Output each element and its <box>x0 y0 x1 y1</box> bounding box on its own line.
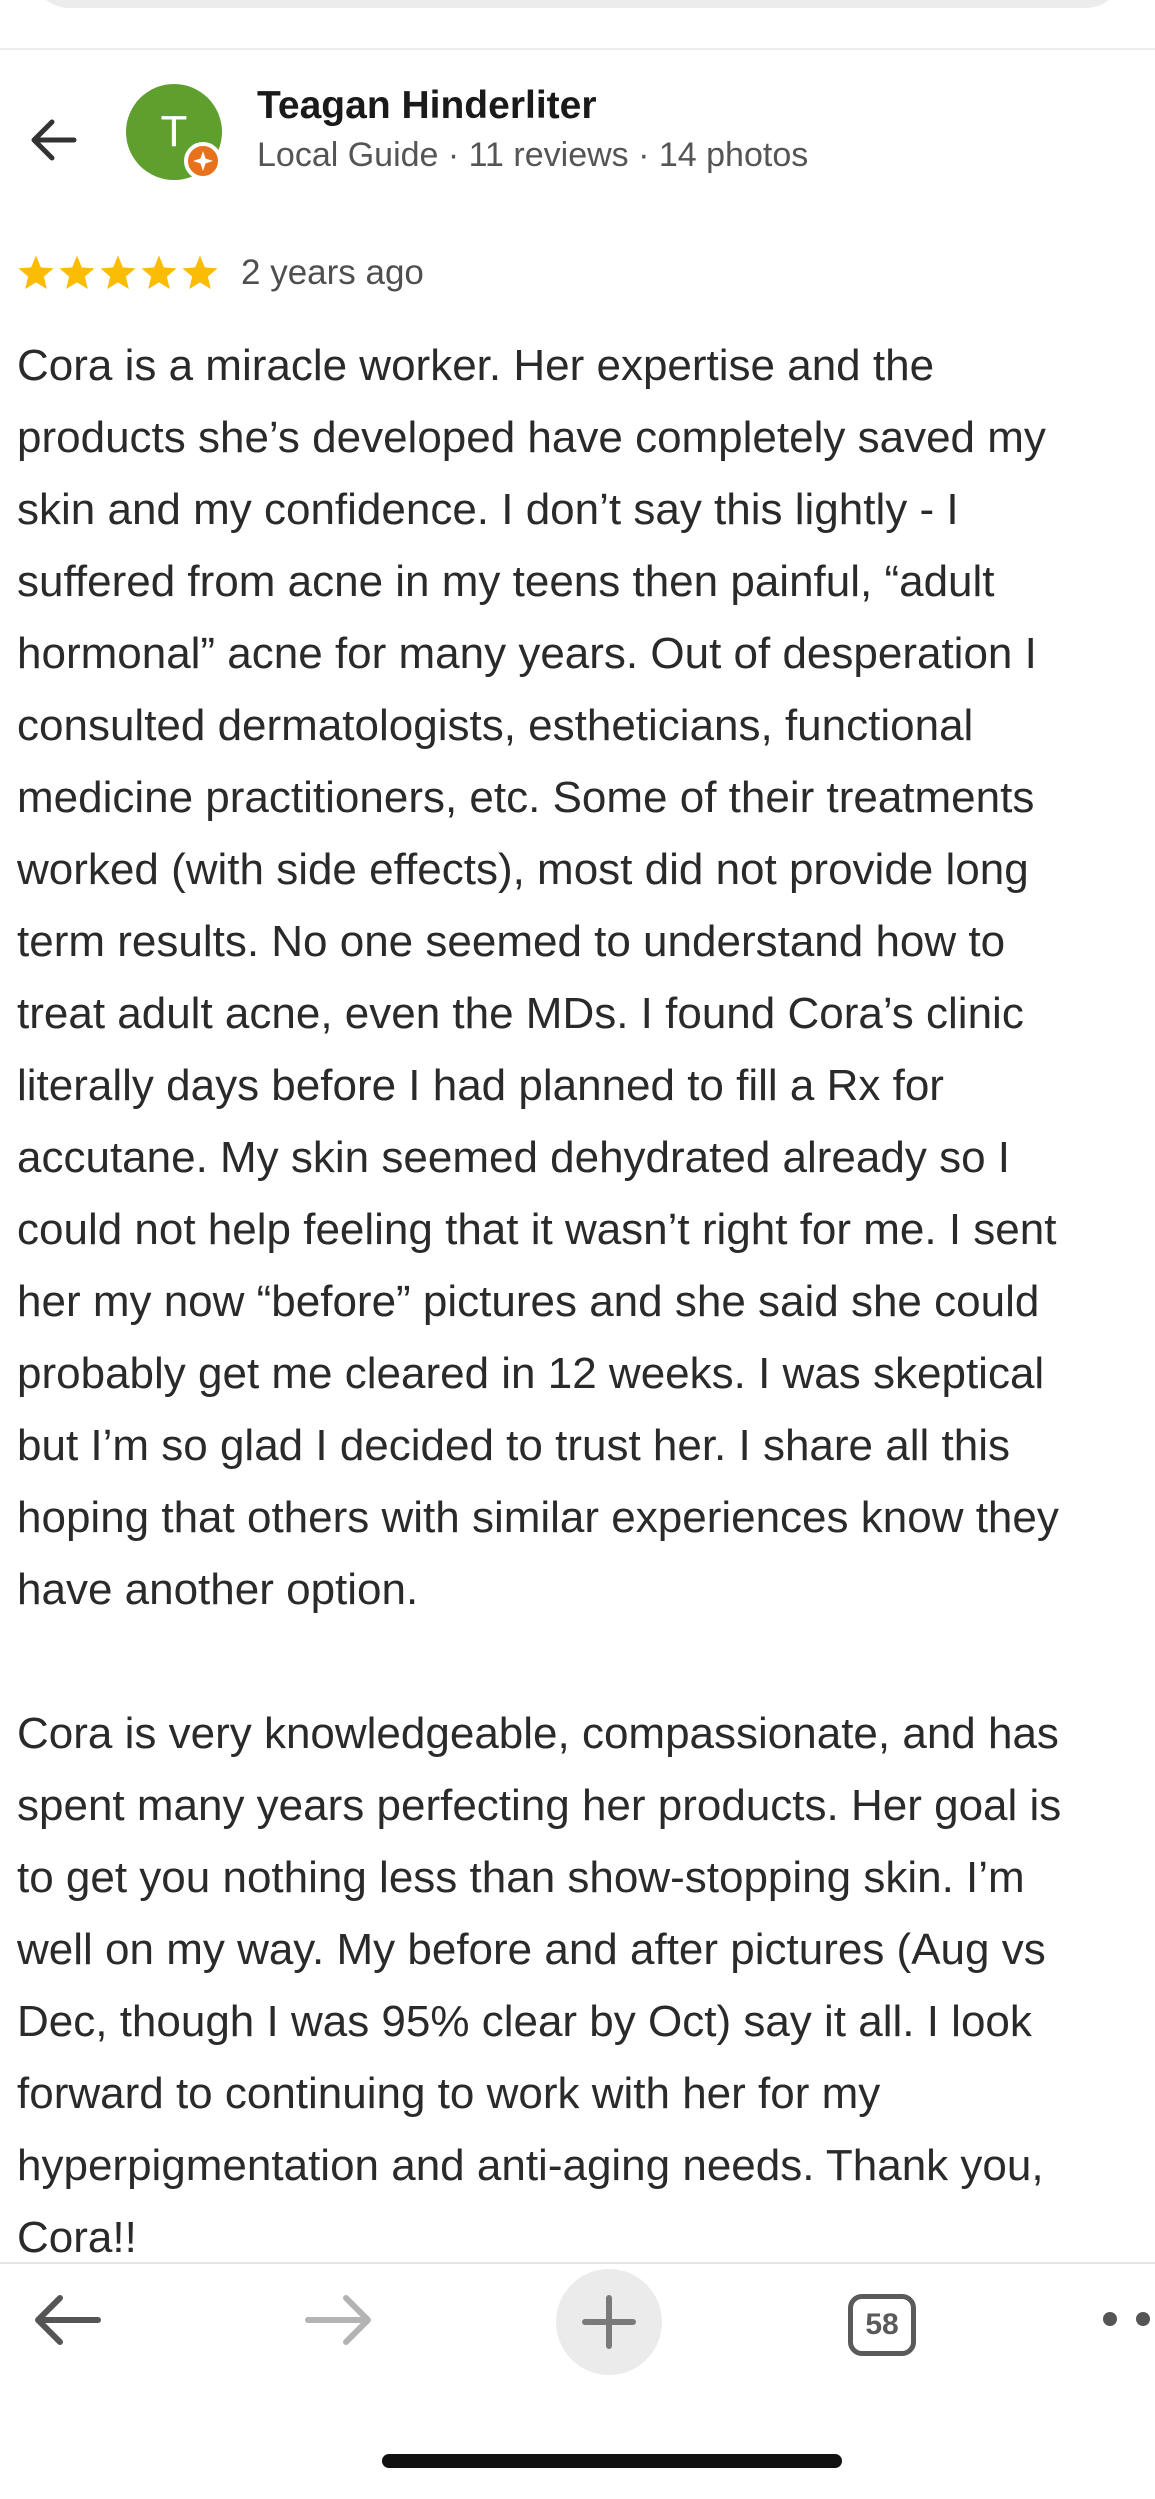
review-line: have another option. <box>17 1565 419 1614</box>
local-guide-badge-icon <box>184 142 222 180</box>
top-divider <box>0 48 1155 50</box>
review-line: her my now “before” pictures and she sai… <box>17 1277 1040 1326</box>
review-line: term results. No one seemed to understan… <box>17 917 1006 966</box>
star-rating <box>16 253 221 293</box>
reviewer-meta: Local Guide · 11 reviews · 14 photos <box>257 136 809 174</box>
back-arrow-icon <box>35 2295 101 2345</box>
review-header: T Teagan Hinderliter Local Guide · 11 re… <box>0 70 1155 200</box>
review-line: Dec, though I was 95% clear by Oct) say … <box>17 1997 1032 2046</box>
star-icon <box>141 255 177 289</box>
review-line: literally days before I had planned to f… <box>17 1061 944 1110</box>
rating-row: 2 years ago <box>16 248 424 298</box>
address-bar[interactable] <box>30 0 1125 8</box>
star-icon <box>59 255 95 289</box>
review-line: suffered from acne in my teens then pain… <box>17 557 995 606</box>
plus-icon <box>582 2295 636 2349</box>
review-line: spent many years perfecting her products… <box>17 1781 1062 1830</box>
review-line: products she’s developed have completely… <box>17 413 1046 462</box>
back-arrow-icon <box>31 119 77 161</box>
browser-back-button[interactable] <box>28 2284 108 2356</box>
more-menu-button[interactable] <box>1095 2304 1155 2334</box>
home-indicator[interactable] <box>382 2454 842 2468</box>
review-line: Cora is very knowledgeable, compassionat… <box>17 1709 1059 1758</box>
review-line: forward to continuing to work with her f… <box>17 2069 881 2118</box>
review-line: hormonal” acne for many years. Out of de… <box>17 629 1037 678</box>
review-line: hyperpigmentation and anti-aging needs. … <box>17 2141 1044 2190</box>
reviewer-name[interactable]: Teagan Hinderliter <box>257 84 597 128</box>
new-tab-button[interactable] <box>556 2269 662 2375</box>
review-line: but I’m so glad I decided to trust her. … <box>17 1421 1010 1470</box>
tab-count: 58 <box>865 2308 899 2341</box>
review-line: Cora is a miracle worker. Her expertise … <box>17 341 935 390</box>
more-dots-icon <box>1103 2312 1150 2326</box>
review-line: probably get me cleared in 12 weeks. I w… <box>17 1349 1045 1398</box>
review-line: consulted dermatologists, estheticians, … <box>17 701 974 750</box>
review-line: medicine practitioners, etc. Some of the… <box>17 773 1035 822</box>
review-line: worked (with side effects), most did not… <box>17 845 1029 894</box>
avatar-initial: T <box>160 107 188 156</box>
review-line: treat adult acne, even the MDs. I found … <box>17 989 1024 1038</box>
review-line: could not help feeling that it wasn’t ri… <box>17 1205 1057 1254</box>
tabs-button[interactable]: 58 <box>848 2294 916 2356</box>
review-line: well on my way. My before and after pict… <box>17 1925 1046 1974</box>
review-line: skin and my confidence. I don’t say this… <box>17 485 959 534</box>
review-text: Cora is a miracle worker. Her expertise … <box>17 330 1155 2274</box>
star-icon <box>18 255 54 289</box>
star-icon <box>100 255 136 289</box>
star-icon <box>182 255 218 289</box>
review-line: accutane. My skin seemed dehydrated alre… <box>17 1133 1010 1182</box>
review-date: 2 years ago <box>241 253 424 292</box>
review-line: hoping that others with similar experien… <box>17 1493 1059 1542</box>
forward-arrow-icon <box>305 2295 371 2345</box>
back-button[interactable] <box>22 108 86 172</box>
browser-forward-button[interactable] <box>298 2284 378 2356</box>
review-line: to get you nothing less than show-stoppi… <box>17 1853 1025 1902</box>
